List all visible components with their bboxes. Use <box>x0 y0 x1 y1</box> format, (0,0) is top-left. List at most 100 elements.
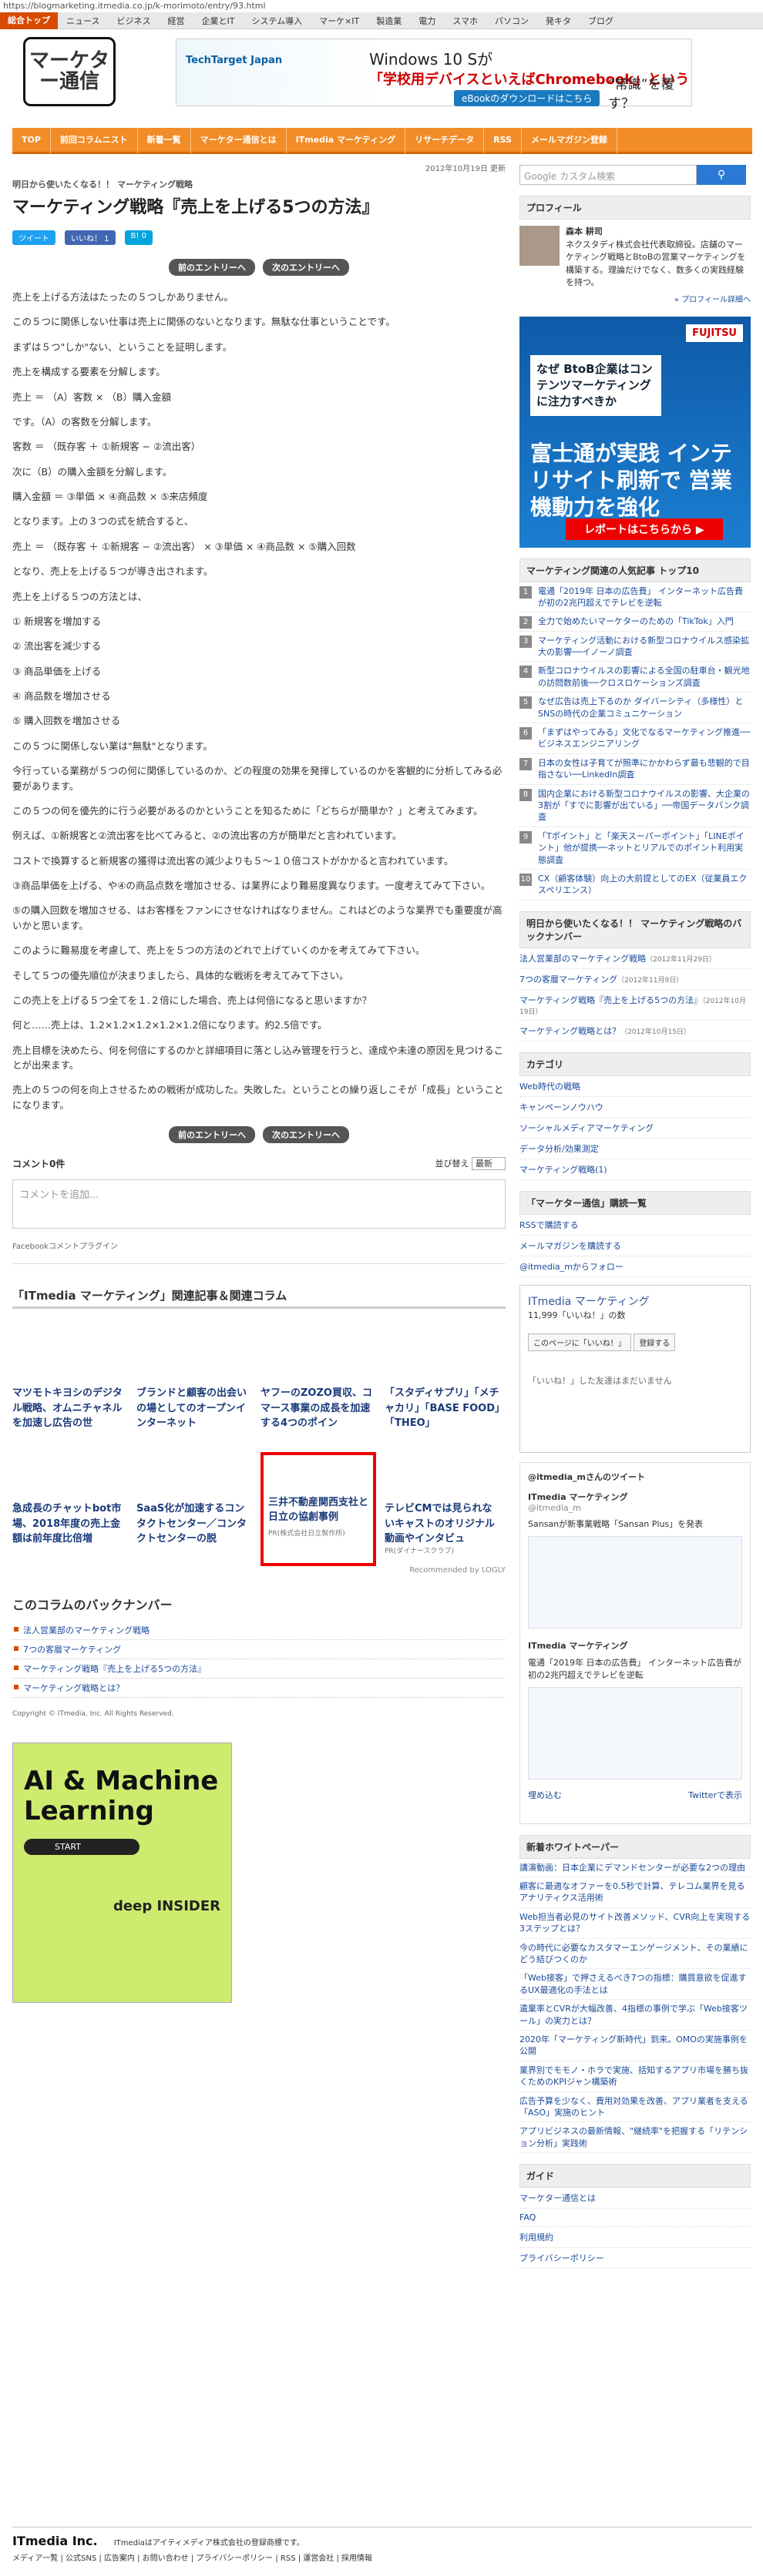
wp-item[interactable]: Web担当者必見のサイト改善メソッド、CVR向上を実現する3ステップとは？ <box>519 1908 751 1939</box>
wp-item[interactable]: 今の時代に必要なカスタマーエンゲージメント、その業績にどう結びつくのか <box>519 1939 751 1970</box>
wp-item[interactable]: 遺棄率とCVRが大幅改善、4指標の事例で学ぶ「Web接客ツール」の実力とは？ <box>519 2000 751 2031</box>
tw-account-name[interactable]: ITmedia マーケティング <box>528 1639 742 1652</box>
deep-insider-ad[interactable]: AI & Machine Learning START deep INSIDER <box>12 1742 232 2004</box>
related-item[interactable]: 「スタディサプリ」「メチャカリ」「BASE FOOD」「THEO」 <box>385 1386 500 1431</box>
fb-like-page-button[interactable]: このページに「いいね！」 <box>528 1333 631 1351</box>
category-item[interactable]: マーケティング戦略(1) <box>519 1159 751 1180</box>
related-item[interactable]: 急成長のチャットbot市場、2018年度の売上金額は前年度比倍増 <box>12 1501 128 1547</box>
backnumber-item[interactable]: マーケティング戦略とは？ <box>12 1679 506 1699</box>
fb-register-button[interactable]: 登録する <box>634 1333 676 1351</box>
wp-item[interactable]: 広告予算を少なく、費用対効果を改善、アプリ業者を支える「ASO」実施のヒント <box>519 2092 751 2123</box>
wp-item[interactable]: 顧客に最適なオファーを0.5秒で計算、テレコム業界を見るアナリティクス活用術 <box>519 1877 751 1908</box>
ad-start-button[interactable]: START <box>24 1839 139 1856</box>
topnav-item[interactable]: パソコン <box>486 15 537 27</box>
gnav-item[interactable]: 前回コラムニスト <box>51 126 138 153</box>
gnav-item[interactable]: リサーチデータ <box>405 126 485 153</box>
series-item[interactable]: マーケティング戦略とは？（2012年10月15日） <box>519 1021 751 1041</box>
topnav-item[interactable]: 発キタ <box>537 15 580 27</box>
topnav-item[interactable]: マーケ×IT <box>311 15 368 27</box>
tweet-button[interactable]: ツイート <box>12 230 55 245</box>
ranking-item[interactable]: 9 「Tポイント」と「楽天スーパーポイント」「LINEポイント」他が提携──ネット… <box>519 827 751 870</box>
hatena-button[interactable]: B! 0 <box>124 230 153 245</box>
fujitsu-ad[interactable]: FUJITSU なぜ BtoB企業はコンテンツマーケティングに注力すべきか 富士… <box>519 316 751 548</box>
ranking-item[interactable]: 8 国内企業における新型コロナウイルスの影響、大企業の3割が「すでに影響が出ている… <box>519 785 751 827</box>
related-item[interactable]: ヤフーのZOZO買収、コマース事業の成長を加速する4つのポイン <box>260 1386 376 1431</box>
ranking-item[interactable]: 1 電通「2019年 日本の広告費」 インターネット広告費が初の2兆円超えでテレビ… <box>519 582 751 613</box>
guide-item[interactable]: 利用規約 <box>519 2227 751 2249</box>
fb-page-name[interactable]: ITmedia マーケティング <box>528 1293 742 1309</box>
category-item[interactable]: キャンペーンノウハウ <box>519 1097 751 1118</box>
wp-item[interactable]: 「Web接客」で押さえるべき7つの指標：購買意欲を促進するUX最適化の手法とは <box>519 1969 751 2001</box>
related-item[interactable]: SaaS化が加速するコンタクトセンター／コンタクトセンターの脱 <box>136 1501 252 1547</box>
logly-credit[interactable]: Recommended by LOGLY <box>12 1566 506 1575</box>
series-item[interactable]: マーケティング戦略『売上を上げる5つの方法』（2012年10月19日） <box>519 990 751 1021</box>
gnav-item[interactable]: TOP <box>12 126 51 153</box>
ranking-item[interactable]: 4 新型コロナウイルスの影響による全国の駐車台・観光地の訪問数前後──クロスロケー… <box>519 662 751 693</box>
backnumber-item[interactable]: 法人営業部のマーケティング戦略 <box>12 1621 506 1641</box>
ranking-item[interactable]: 7 日本の女性は子育てが照準にかかわらず最も悲観的で目指さない──LinkedIn… <box>519 754 751 785</box>
related-item[interactable]: マツモトキヨシのデジタル戦略、オムニチャネルを加速し広告の世 <box>12 1386 128 1431</box>
fujitsu-cta[interactable]: レポートはこちらから ▶ <box>566 518 723 540</box>
sort-select[interactable]: 最新 <box>472 1157 506 1171</box>
ranking-item[interactable]: 6 「まずはやってみる」文化でなるマーケティング推進──ビジネスエンジニアリング <box>519 723 751 754</box>
wp-item[interactable]: 業界別でモモノ・ホラで実施、括知するアプリ市場を勝ち抜くためのKPIジャン構築術 <box>519 2061 751 2092</box>
gnav-item[interactable]: マーケター通信とは <box>191 126 287 153</box>
banner-ad[interactable]: TechTarget Japan Windows 10 Sが 「学校用デバイスと… <box>176 39 692 112</box>
topnav-item[interactable]: ブログ <box>580 15 622 27</box>
topnav-item[interactable]: スマホ <box>444 15 486 27</box>
backnumber-item[interactable]: 7つの客層マーケティング <box>12 1640 506 1660</box>
prev-entry-button[interactable]: 前のエントリーへ <box>169 1126 255 1144</box>
footer-logo[interactable]: ITmedia Inc. <box>12 2534 98 2548</box>
topnav-item[interactable]: 経営 <box>159 15 193 27</box>
tw-embed-link[interactable]: 埋め込む <box>528 1789 562 1801</box>
tweet-image[interactable] <box>528 1535 742 1628</box>
tw-view-link[interactable]: Twitterで表示 <box>688 1789 742 1801</box>
prev-entry-button[interactable]: 前のエントリーへ <box>169 259 255 276</box>
rss-link[interactable]: RSSで購読する <box>519 1215 751 1236</box>
search-input[interactable]: Google カスタム検索 <box>519 165 697 185</box>
ranking-item[interactable]: 10 CX（顧客体験）向上の大前提としてのEX（従業員エクスペリエンス） <box>519 870 751 901</box>
category-item[interactable]: ソーシャルメディアマーケティング <box>519 1118 751 1139</box>
topnav-item[interactable]: 電力 <box>410 15 444 27</box>
site-logo[interactable]: マーケター通信 <box>23 37 116 106</box>
wp-item[interactable]: 2020年「マーケティング新時代」到来。OMOの実施事例を公開 <box>519 2031 751 2061</box>
like-button[interactable]: いいね！ 1 <box>65 230 116 245</box>
banner-cta[interactable]: eBookのダウンロードはこちら <box>454 90 600 106</box>
gnav-item[interactable]: ITmedia マーケティング <box>287 126 406 153</box>
related-item[interactable]: ブランドと顧客の出会いの場としてのオープンインターネット <box>136 1386 252 1431</box>
gnav-item[interactable]: メールマガジン登録 <box>522 126 617 153</box>
wp-item[interactable]: 講演動画：日本企業にデマンドセンターが必要な2つの理由 <box>519 1859 751 1878</box>
tweet-image[interactable] <box>528 1686 742 1779</box>
tw-account-name[interactable]: ITmedia マーケティング <box>528 1491 742 1503</box>
category-item[interactable]: Web時代の戦略 <box>519 1076 751 1097</box>
ranking-item[interactable]: 5 なぜ広告は売上下るのか ダイバーシティ（多様性）とSNSの時代の企業コミュニケ… <box>519 693 751 724</box>
topnav-item[interactable]: システム導入 <box>243 15 311 27</box>
related-item-highlighted[interactable]: 三井不動産関西支社と日立の協創事例 PR(株式会社日立製作所) <box>260 1452 376 1567</box>
fb-comment-plugin[interactable]: Facebookコメントプラグイン <box>12 1239 506 1251</box>
series-item[interactable]: 7つの客層マーケティング（2012年11月9日） <box>519 969 751 990</box>
guide-item[interactable]: プライバシーポリシー <box>519 2248 751 2269</box>
twitter-follow[interactable]: @itmedia_mからフォロー <box>519 1256 751 1277</box>
footer-links[interactable]: メディア一覧 | 公式SNS | 広告案内 | お問い合わせ | プライバシーポ… <box>12 2551 752 2563</box>
guide-item[interactable]: マーケター通信とは <box>519 2188 751 2209</box>
guide-item[interactable]: FAQ <box>519 2209 751 2228</box>
gnav-item[interactable]: RSS <box>484 126 522 153</box>
category-item[interactable]: データ分析/効果測定 <box>519 1139 751 1159</box>
profile-more-link[interactable]: » プロフィール詳細へ <box>519 293 751 304</box>
topnav-item[interactable]: ビジネス <box>108 15 159 27</box>
backnumber-item[interactable]: マーケティング戦略『売上を上げる5つの方法』 <box>12 1659 506 1679</box>
topnav-item[interactable]: 製造業 <box>368 15 410 27</box>
topnav-current[interactable]: 総合トップ <box>0 12 58 29</box>
related-item[interactable]: テレビCMでは見られないキャストのオリジナル動画やインタビュ PR(ダイナースクラ… <box>385 1501 500 1557</box>
ranking-item[interactable]: 2 全力で始めたいマーケターのための「TikTok」入門 <box>519 612 751 632</box>
next-entry-button[interactable]: 次のエントリーへ <box>263 1126 349 1144</box>
wp-item[interactable]: アプリビジネスの最新情報、"継続率"を把握する「リテンション分析」実践術 <box>519 2122 751 2154</box>
article-category[interactable]: 明日から使いたくなる！！ マーケティング戦略 <box>12 178 506 190</box>
next-entry-button[interactable]: 次のエントリーへ <box>263 259 349 276</box>
comment-input[interactable]: コメントを追加... <box>12 1179 506 1229</box>
ranking-item[interactable]: 3 マーケティング活動における新型コロナウイルス感染拡大の影響──イノーノ調査 <box>519 632 751 662</box>
gnav-item[interactable]: 新着一覧 <box>138 126 191 153</box>
search-button[interactable]: ⚲ <box>697 165 746 185</box>
topnav-item[interactable]: ニュース <box>58 15 108 27</box>
topnav-item[interactable]: 企業とIT <box>193 15 243 27</box>
